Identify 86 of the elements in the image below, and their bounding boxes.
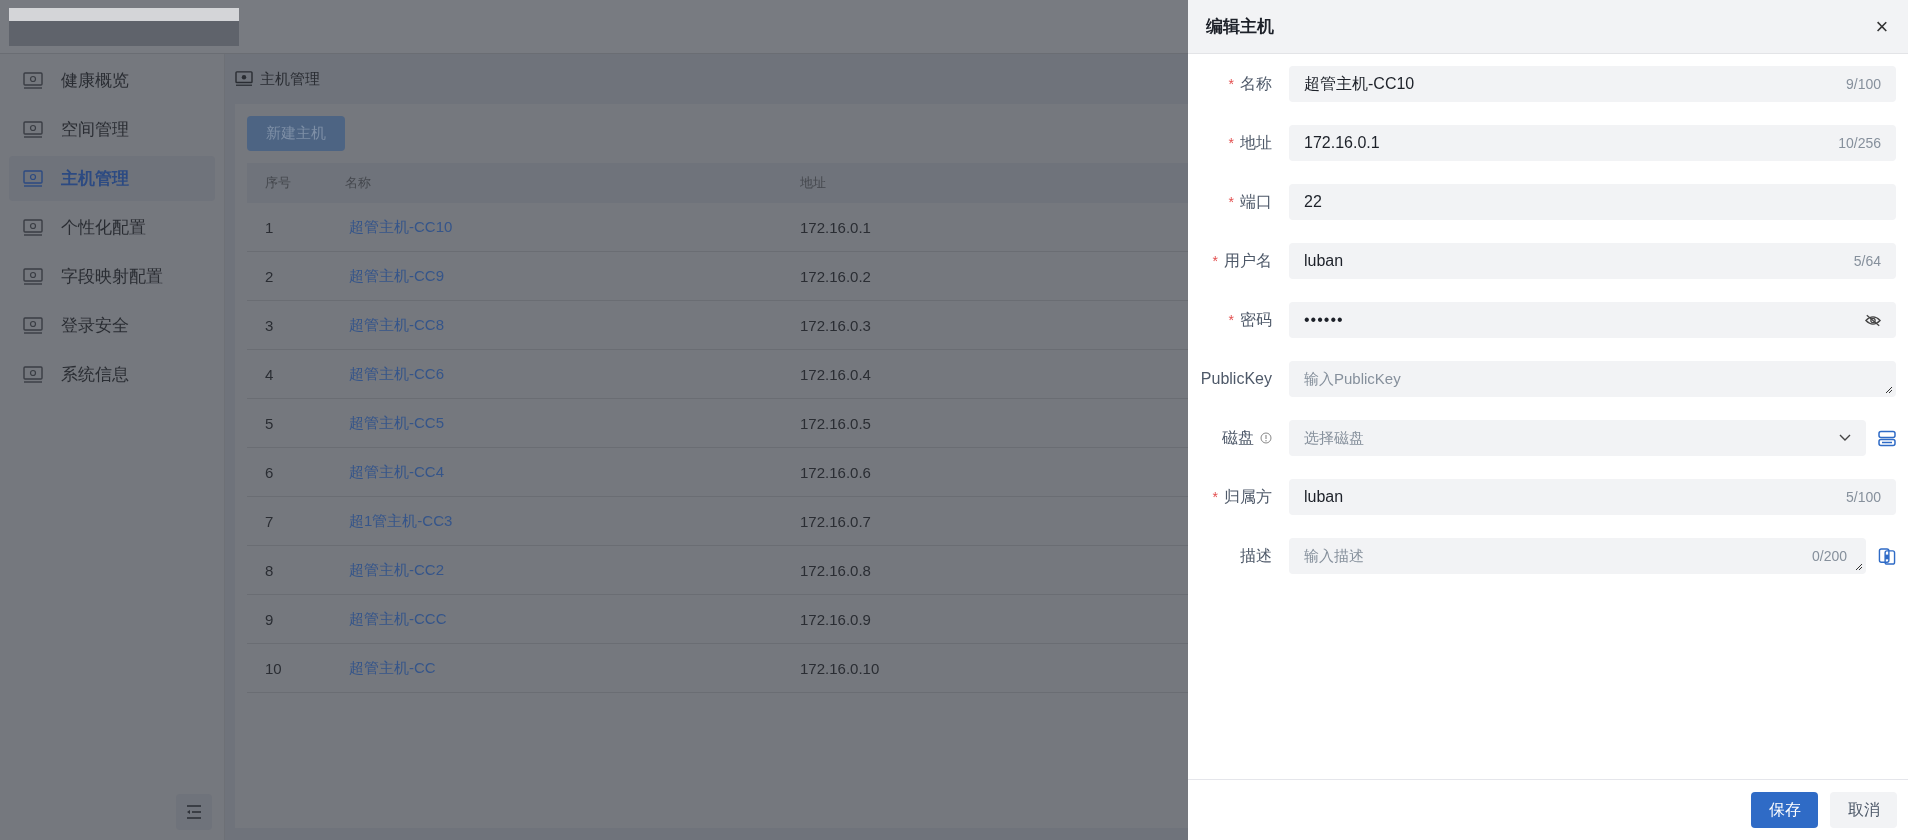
table-cell: 172.16.0.8 — [800, 561, 871, 579]
host-name-link[interactable]: 超管主机-CC6 — [349, 364, 444, 382]
table-cell-text: 5 — [264, 414, 275, 432]
required-mark: * — [1228, 194, 1234, 210]
collapse-menu-icon — [186, 805, 202, 819]
table-cell-text: 10 — [264, 659, 283, 677]
table-cell: 172.16.0.4 — [800, 365, 871, 383]
table-cell-text: 1 — [264, 218, 275, 236]
monitor-icon — [23, 120, 43, 139]
char-counter: 9/100 — [1845, 76, 1881, 92]
table-cell: 172.16.0.10 — [800, 659, 880, 677]
table-cell: 172.16.0.3 — [800, 316, 871, 334]
table-cell-text: 4 — [264, 365, 275, 383]
required-mark: * — [1228, 76, 1234, 92]
text-field[interactable]: 22 — [1289, 184, 1896, 220]
field-label: 端口 — [1240, 191, 1272, 212]
text-field[interactable]: luban 5/100 — [1289, 479, 1896, 515]
storage-icon[interactable] — [1878, 429, 1896, 447]
select-field[interactable]: 选择磁盘 — [1289, 420, 1866, 456]
table-cell-text: 8 — [264, 561, 275, 579]
field-label: 密码 — [1240, 309, 1272, 330]
chevron-down-icon — [1839, 434, 1851, 442]
field-label: 归属方 — [1224, 486, 1272, 507]
table-cell: 172.16.0.1 — [800, 218, 871, 236]
page-title: 主机管理 — [260, 69, 320, 89]
hidden-eye-icon[interactable] — [1865, 313, 1881, 327]
monitor-icon — [23, 316, 43, 335]
table-cell-text: 3 — [264, 316, 275, 334]
monitor-icon — [23, 365, 43, 384]
table-cell-text: 7 — [264, 512, 275, 530]
sidebar-item[interactable]: 系统信息 — [9, 352, 215, 397]
table-cell: 172.16.0.7 — [800, 512, 871, 530]
sidebar-item[interactable]: 个性化配置 — [9, 205, 215, 250]
textarea-field[interactable]: 输入描述 0/200 — [1289, 538, 1866, 574]
host-name-link[interactable]: 超管主机-CC9 — [349, 266, 444, 284]
text-field[interactable]: 超管主机-CC10 9/100 — [1289, 66, 1896, 102]
sidebar-item[interactable]: 字段映射配置 — [9, 254, 215, 299]
table-cell: 172.16.0.9 — [800, 610, 871, 628]
monitor-icon — [23, 169, 43, 188]
host-name-link[interactable]: 超管主机-CCC — [349, 609, 447, 627]
char-counter: 5/100 — [1845, 489, 1881, 505]
host-name-link[interactable]: 超1管主机-CC3 — [349, 511, 453, 529]
table-cell-text: 9 — [264, 610, 275, 628]
char-counter: 10/256 — [1838, 135, 1881, 151]
cancel-button[interactable]: 取消 — [1830, 792, 1897, 828]
password-field[interactable]: •••••• — [1289, 302, 1896, 338]
host-name-link[interactable]: 超管主机-CC5 — [349, 413, 444, 431]
field-label: 名称 — [1240, 73, 1272, 94]
monitor-icon — [235, 71, 253, 87]
drawer-title: 编辑主机 — [1206, 16, 1274, 38]
sidebar-item[interactable]: 健康概览 — [9, 58, 215, 103]
resize-handle-icon[interactable] — [1855, 563, 1863, 571]
field-label: 描述 — [1240, 545, 1272, 566]
required-mark: * — [1228, 312, 1234, 328]
host-name-link[interactable]: 超管主机-CC — [349, 658, 436, 676]
text-field[interactable]: 172.16.0.1 10/256 — [1289, 125, 1896, 161]
field-label: 地址 — [1240, 132, 1272, 153]
monitor-icon — [23, 267, 43, 286]
required-mark: * — [1212, 489, 1218, 505]
sidebar-item[interactable]: 空间管理 — [9, 107, 215, 152]
char-counter: 5/64 — [1853, 253, 1881, 269]
field-label: 用户名 — [1224, 250, 1272, 271]
table-cell-text: 6 — [264, 463, 275, 481]
required-mark: * — [1228, 135, 1234, 151]
host-name-link[interactable]: 超管主机-CC4 — [349, 462, 444, 480]
save-button[interactable]: 保存 — [1751, 792, 1818, 828]
close-button[interactable]: × — [1868, 12, 1896, 41]
host-name-link[interactable]: 超管主机-CC2 — [349, 560, 444, 578]
monitor-icon — [23, 71, 43, 90]
host-name-link[interactable]: 超管主机-CC10 — [349, 217, 453, 235]
text-field[interactable]: luban 5/64 — [1289, 243, 1896, 279]
host-name-link[interactable]: 超管主机-CC8 — [349, 315, 444, 333]
table-cell: 172.16.0.5 — [800, 414, 871, 432]
monitor-icon — [23, 218, 43, 237]
sidebar-item[interactable]: 主机管理 — [9, 156, 215, 201]
resize-handle-icon[interactable] — [1885, 386, 1893, 394]
table-cell: 172.16.0.6 — [800, 463, 871, 481]
sidebar-item[interactable]: 登录安全 — [9, 303, 215, 348]
table-cell: 172.16.0.2 — [800, 267, 871, 285]
char-counter: 0/200 — [1811, 548, 1847, 564]
table-cell-text: 2 — [264, 267, 275, 285]
copy-icon[interactable] — [1878, 547, 1896, 565]
textarea-field[interactable]: 输入PublicKey — [1289, 361, 1896, 397]
required-mark: * — [1212, 253, 1218, 269]
field-label: 磁盘 — [1222, 427, 1254, 448]
field-label: PublicKey — [1200, 370, 1272, 388]
